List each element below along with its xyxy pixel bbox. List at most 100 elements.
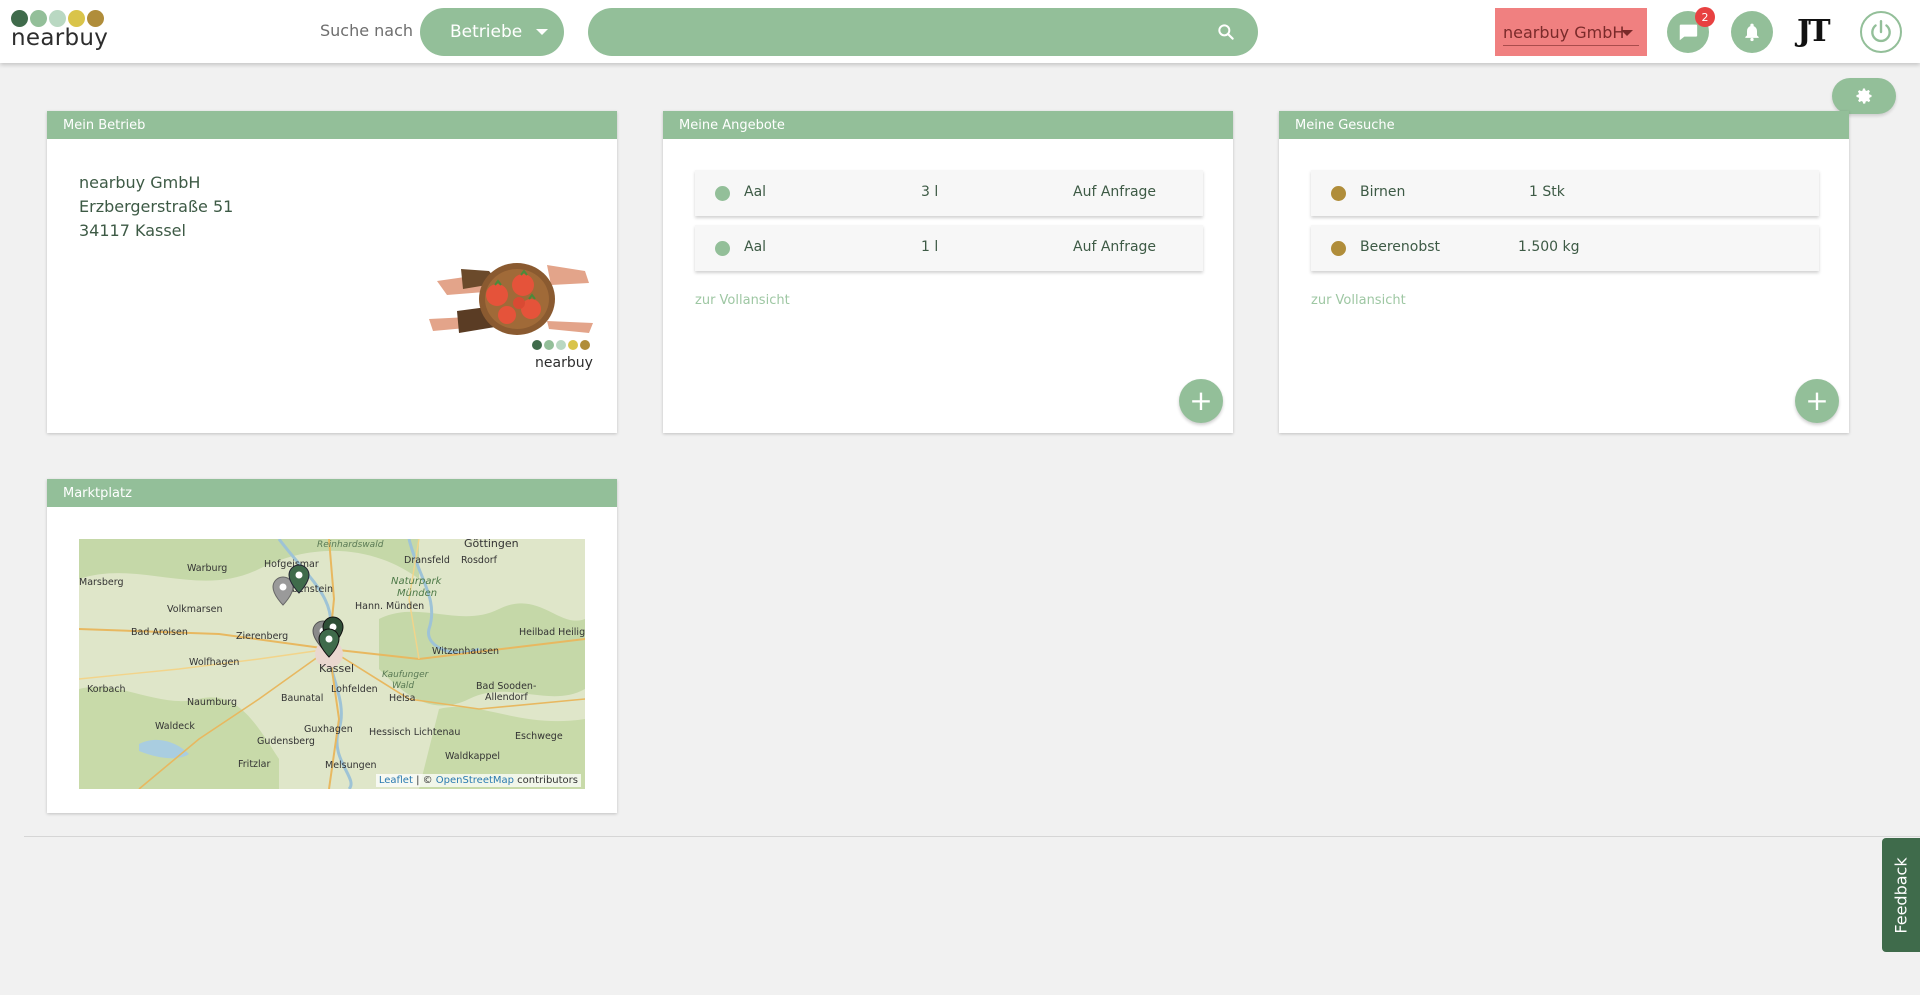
svg-text:nearbuy: nearbuy [535, 355, 593, 371]
svg-text:Wald: Wald [392, 681, 414, 691]
svg-text:Witzenhausen: Witzenhausen [432, 646, 499, 657]
status-dot [715, 241, 730, 256]
svg-text:Kassel: Kassel [319, 662, 354, 675]
svg-text:Naturpark: Naturpark [391, 576, 443, 587]
marketplace-card: Marktplatz Göttingen Reinhardswald Drans… [47, 479, 617, 813]
marketplace-map[interactable]: Göttingen Reinhardswald Dransfeld Rosdor… [79, 539, 585, 789]
card-title: Mein Betrieb [47, 111, 617, 139]
offer-price: Auf Anfrage [1073, 184, 1157, 200]
search-label: Suche nach [320, 21, 414, 40]
svg-text:Dransfeld: Dransfeld [404, 555, 450, 566]
svg-text:Heilbad Heiligenstadt: Heilbad Heiligenstadt [519, 627, 585, 638]
page-divider [24, 836, 1920, 837]
offer-row[interactable]: Aal 3 l Auf Anfrage [695, 170, 1203, 216]
svg-text:Bad Arolsen: Bad Arolsen [131, 627, 188, 638]
offer-quantity: 1 l [921, 239, 939, 255]
svg-text:Lohfelden: Lohfelden [331, 684, 378, 695]
svg-text:Guxhagen: Guxhagen [304, 724, 353, 735]
top-bar: nearbuy Suche nach Betriebe nearbuy GmbH… [0, 0, 1920, 63]
business-street: Erzbergerstraße 51 [79, 197, 234, 216]
bell-icon [1745, 23, 1759, 42]
svg-text:Helsa: Helsa [389, 693, 415, 704]
svg-text:Warburg: Warburg [187, 563, 227, 574]
svg-text:Waldkappel: Waldkappel [445, 751, 500, 762]
svg-text:Marsberg: Marsberg [79, 577, 124, 588]
svg-text:Wolfhagen: Wolfhagen [189, 657, 239, 668]
search-box[interactable] [588, 8, 1258, 56]
status-dot [1331, 241, 1346, 256]
caret-down-icon [536, 29, 548, 35]
user-avatar[interactable]: JT [1797, 14, 1830, 49]
company-select[interactable]: nearbuy GmbH [1495, 8, 1647, 56]
leaflet-link[interactable]: Leaflet [379, 775, 413, 786]
svg-text:Göttingen: Göttingen [464, 539, 519, 550]
messages-button[interactable]: 2 [1667, 7, 1715, 53]
svg-text:Volkmarsen: Volkmarsen [167, 604, 223, 615]
search-input[interactable] [612, 16, 1192, 48]
svg-text:Hessisch Lichtenau: Hessisch Lichtenau [369, 727, 460, 738]
request-row[interactable]: Birnen 1 Stk [1311, 170, 1819, 216]
messages-count-badge: 2 [1695, 7, 1715, 27]
request-quantity: 1 Stk [1529, 184, 1565, 200]
caret-down-icon [1621, 30, 1633, 36]
card-title: Meine Gesuche [1279, 111, 1849, 139]
map-tiles: Göttingen Reinhardswald Dransfeld Rosdor… [79, 539, 585, 789]
card-title: Marktplatz [47, 479, 617, 507]
add-offer-button[interactable]: + [1179, 379, 1223, 423]
offer-name: Aal [744, 184, 767, 200]
request-quantity: 1.500 kg [1518, 239, 1580, 255]
business-name: nearbuy GmbH [79, 173, 201, 192]
business-address: nearbuy GmbH Erzbergerstraße 51 34117 Ka… [79, 171, 233, 243]
feedback-tab[interactable]: Feedback [1882, 838, 1920, 952]
offers-full-view-link[interactable]: zur Vollansicht [695, 293, 790, 308]
svg-text:Baunatal: Baunatal [281, 693, 323, 704]
gear-icon [1856, 88, 1872, 104]
add-request-button[interactable]: + [1795, 379, 1839, 423]
status-dot [1331, 186, 1346, 201]
svg-text:Bad Sooden-: Bad Sooden- [476, 681, 536, 692]
chat-icon [1679, 24, 1698, 41]
search-icon[interactable] [1216, 22, 1236, 42]
svg-text:Naumburg: Naumburg [187, 697, 237, 708]
logo-text: nearbuy [11, 25, 109, 51]
business-city: 34117 Kassel [79, 221, 186, 240]
logout-button[interactable] [1860, 11, 1902, 53]
svg-text:Korbach: Korbach [87, 684, 126, 695]
svg-text:Münden: Münden [397, 588, 437, 599]
svg-text:Kaufunger: Kaufunger [382, 670, 430, 680]
search-type-select[interactable]: Betriebe [420, 8, 564, 56]
svg-text:Rosdorf: Rosdorf [461, 555, 498, 566]
svg-text:Zierenberg: Zierenberg [236, 631, 288, 642]
svg-text:Reinhardswald: Reinhardswald [317, 540, 384, 550]
feedback-label: Feedback [1891, 856, 1911, 934]
request-name: Birnen [1360, 184, 1406, 200]
offer-price: Auf Anfrage [1073, 239, 1157, 255]
svg-text:Hann. Münden: Hann. Münden [355, 601, 424, 612]
notifications-button[interactable] [1731, 11, 1773, 53]
my-requests-card: Meine Gesuche Birnen 1 Stk Beerenobst 1.… [1279, 111, 1849, 433]
requests-full-view-link[interactable]: zur Vollansicht [1311, 293, 1406, 308]
offer-name: Aal [744, 239, 767, 255]
power-icon [1871, 19, 1891, 43]
company-select-value: nearbuy GmbH [1503, 22, 1625, 42]
osm-link[interactable]: OpenStreetMap [436, 775, 514, 786]
dashboard-settings-button[interactable] [1832, 78, 1896, 114]
nearbuy-logo[interactable]: nearbuy [11, 10, 121, 56]
svg-text:Waldeck: Waldeck [155, 721, 195, 732]
request-row[interactable]: Beerenobst 1.500 kg [1311, 225, 1819, 271]
offer-row[interactable]: Aal 1 l Auf Anfrage [695, 225, 1203, 271]
offer-quantity: 3 l [921, 184, 939, 200]
svg-text:Eschwege: Eschwege [515, 731, 563, 742]
my-offers-card: Meine Angebote Aal 3 l Auf Anfrage Aal 1… [663, 111, 1233, 433]
status-dot [715, 186, 730, 201]
company-select-underline [1503, 45, 1639, 46]
svg-text:Fritzlar: Fritzlar [238, 759, 270, 770]
business-logo-image: nearbuy [427, 259, 607, 377]
map-attribution: Leaflet | © OpenStreetMap contributors [375, 774, 581, 787]
my-business-card: Mein Betrieb nearbuy GmbH Erzbergerstraß… [47, 111, 617, 433]
card-title: Meine Angebote [663, 111, 1233, 139]
svg-text:Melsungen: Melsungen [325, 760, 377, 771]
search-type-value: Betriebe [450, 22, 523, 42]
svg-text:Allendorf: Allendorf [485, 692, 528, 703]
svg-text:Gudensberg: Gudensberg [257, 736, 315, 747]
